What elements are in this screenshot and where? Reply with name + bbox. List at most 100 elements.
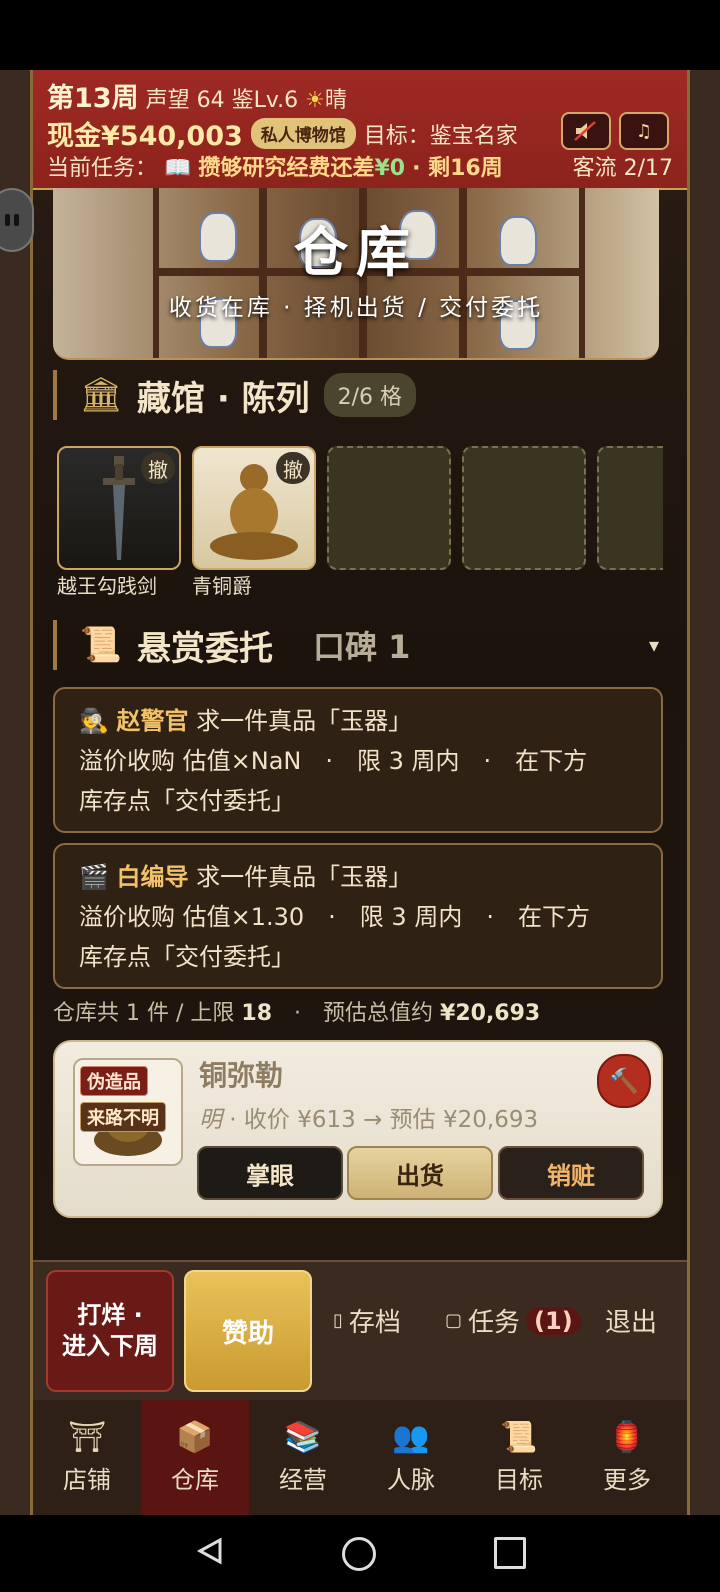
current-task: 当前任务： 📖 攒够研究经费还差¥0 · 剩16周 [47, 156, 503, 181]
quit-button[interactable]: 退出 [605, 1302, 657, 1339]
item-name: 铜弥勒 [199, 1059, 284, 1092]
sound-toggle-button[interactable] [561, 112, 611, 150]
client-request: 求一件真品「玉器」 [196, 707, 413, 735]
item-thumbnail: 伪造品 来路不明 [73, 1058, 183, 1166]
sun-icon: ☀ [305, 88, 325, 113]
scroll-icon: 📜 [79, 625, 123, 665]
app-frame: 第13周 声望 64 鉴Lv.6 ☀晴 现金¥540,003 私人博物馆 目标：… [0, 70, 720, 1515]
item-dynasty: 明 [199, 1107, 222, 1133]
bounty-title: 悬赏委托 [137, 628, 273, 669]
recents-nav-icon[interactable] [494, 1537, 526, 1569]
page-title: 仓库 [294, 221, 418, 284]
museum-icon: 🏛 [79, 375, 123, 415]
tab-shop[interactable]: ⛩ 店铺 [33, 1400, 141, 1515]
auction-hammer-button[interactable]: 🔨 [597, 1054, 651, 1108]
save-icon: ▯ [333, 1310, 343, 1331]
remove-exhibit-button[interactable]: 撤 [276, 452, 310, 484]
bounty-section-header[interactable]: 📜 悬赏委托 口碑 1 ▾ [53, 620, 659, 670]
ledger-icon: 📚 [284, 1420, 322, 1455]
hammer-icon: 🔨 [609, 1067, 639, 1095]
estimated-total: ¥20,693 [440, 1001, 541, 1026]
appraise-level: 鉴Lv.6 [231, 88, 299, 113]
ship-button[interactable]: 出货 [347, 1146, 493, 1200]
action-bar: 打烊 · 进入下周 赞助 ▯ 存档 ▢ 任务 (1) 退出 [33, 1260, 687, 1402]
exhibit-section-header: 🏛 藏馆 · 陈列 2/6 格 [53, 370, 416, 420]
exhibit-label: 青铜爵 [192, 574, 252, 598]
empty-exhibit-slot[interactable] [327, 446, 451, 570]
task-icon: ▢ [445, 1310, 463, 1331]
warehouse-banner: 仓库 收货在库 · 择机出货 / 交付委托 [53, 188, 659, 360]
task-weeks: · 剩16周 [412, 156, 503, 181]
floating-menu-button[interactable] [0, 188, 34, 252]
bounty-card[interactable]: 🕵 赵警官 求一件真品「玉器」 溢价收购 估值×NaN · 限 3 周内 · 在… [53, 687, 663, 833]
empty-exhibit-slot[interactable] [597, 446, 663, 570]
bounty-terms: 溢价收购 估值×NaN · 限 3 周内 · 在下方 [79, 747, 588, 775]
status-bar [0, 0, 720, 70]
exhibit-label: 越王勾践剑 [57, 574, 157, 598]
task-count-badge: (1) [526, 1306, 581, 1335]
weather-label: 晴 [324, 88, 347, 113]
music-icon: ♫ [635, 120, 653, 142]
tab-business[interactable]: 📚 经营 [249, 1400, 357, 1515]
client-name: 赵警官 [116, 707, 189, 735]
tab-warehouse[interactable]: 📦 仓库 [141, 1400, 249, 1515]
system-nav-bar [0, 1515, 720, 1592]
target-icon: 📜 [500, 1420, 538, 1455]
top-header: 第13周 声望 64 鉴Lv.6 ☀晴 现金¥540,003 私人博物馆 目标：… [33, 70, 687, 190]
client-name: 白编导 [116, 863, 189, 891]
inventory-summary: 仓库共 1 件 / 上限 18 · 预估总值约 ¥20,693 [53, 1001, 541, 1026]
tab-more[interactable]: 🏮 更多 [573, 1400, 681, 1515]
appraise-button[interactable]: 掌眼 [197, 1146, 343, 1200]
exhibit-title: 藏馆 · 陈列 [137, 378, 310, 419]
museum-badge: 私人博物馆 [250, 118, 356, 149]
save-button[interactable]: ▯ 存档 [333, 1302, 401, 1339]
bounty-instruction: 库存点「交付委托」 [79, 787, 295, 815]
tab-goals[interactable]: 📜 目标 [465, 1400, 573, 1515]
exhibit-capacity: 2/6 格 [323, 373, 416, 417]
bounty-card[interactable]: 🎬 白编导 求一件真品「玉器」 溢价收购 估值×1.30 · 限 3 周内 · … [53, 843, 663, 989]
left-rail [0, 70, 30, 1515]
right-rail [690, 70, 720, 1515]
sponsor-button[interactable]: 赞助 [184, 1270, 312, 1392]
task-remaining: ¥0 [374, 156, 406, 181]
inventory-item-card[interactable]: 伪造品 来路不明 铜弥勒 明 · 收价 ¥613 → 预估 ¥20,693 🔨 … [53, 1040, 663, 1218]
shop-icon: ⛩ [67, 1420, 107, 1455]
item-meta: 明 · 收价 ¥613 → 预估 ¥20,693 [199, 1107, 539, 1133]
header-stats: 第13周 声望 64 鉴Lv.6 ☀晴 [47, 76, 347, 115]
bottom-tab-bar: ⛩ 店铺 📦 仓库 📚 经营 👥 人脉 📜 目标 🏮 更多 [33, 1400, 687, 1515]
origin-unknown-tag: 来路不明 [80, 1102, 166, 1132]
detective-icon: 🕵 [79, 707, 109, 735]
people-icon: 👥 [392, 1420, 430, 1455]
page-subtitle: 收货在库 · 择机出货 / 交付委托 [168, 295, 544, 321]
reputation-label: 口碑 1 [313, 628, 411, 666]
back-nav-icon[interactable] [196, 1537, 224, 1565]
inventory-limit: 18 [241, 1001, 273, 1026]
goal-label: 目标：鉴宝名家 [363, 123, 518, 149]
exhibit-slot[interactable]: 撤 [192, 446, 316, 570]
task-name: 攒够研究经费 [198, 156, 331, 181]
empty-exhibit-slot[interactable] [462, 446, 586, 570]
fence-button[interactable]: 销赃 [498, 1146, 644, 1200]
mute-icon [574, 121, 596, 141]
book-icon: 📖 [164, 156, 192, 181]
next-week-button[interactable]: 打烊 · 进入下周 [46, 1270, 174, 1392]
bounty-terms: 溢价收购 估值×1.30 · 限 3 周内 · 在下方 [79, 903, 590, 931]
clapper-icon: 🎬 [79, 863, 109, 891]
visitor-count: 客流 2/17 [572, 156, 673, 181]
warehouse-icon: 📦 [176, 1420, 214, 1455]
exhibit-slots: 撤 越王勾践剑 撤 青铜爵 [57, 446, 663, 616]
client-request: 求一件真品「玉器」 [196, 863, 413, 891]
header-cash-row: 现金¥540,003 私人博物馆 目标：鉴宝名家 [47, 114, 518, 153]
more-icon: 🏮 [608, 1420, 646, 1455]
tasks-button[interactable]: ▢ 任务 (1) [445, 1302, 581, 1339]
bounty-instruction: 库存点「交付委托」 [79, 943, 295, 971]
tab-contacts[interactable]: 👥 人脉 [357, 1400, 465, 1515]
fake-tag: 伪造品 [80, 1066, 148, 1096]
exhibit-slot[interactable]: 撤 [57, 446, 181, 570]
collapse-toggle-icon[interactable]: ▾ [649, 633, 659, 657]
music-toggle-button[interactable]: ♫ [619, 112, 669, 150]
prestige-label: 声望 64 [145, 88, 225, 113]
remove-exhibit-button[interactable]: 撤 [141, 452, 175, 484]
cash-label: 现金¥540,003 [47, 121, 243, 152]
home-nav-icon[interactable] [342, 1537, 376, 1571]
